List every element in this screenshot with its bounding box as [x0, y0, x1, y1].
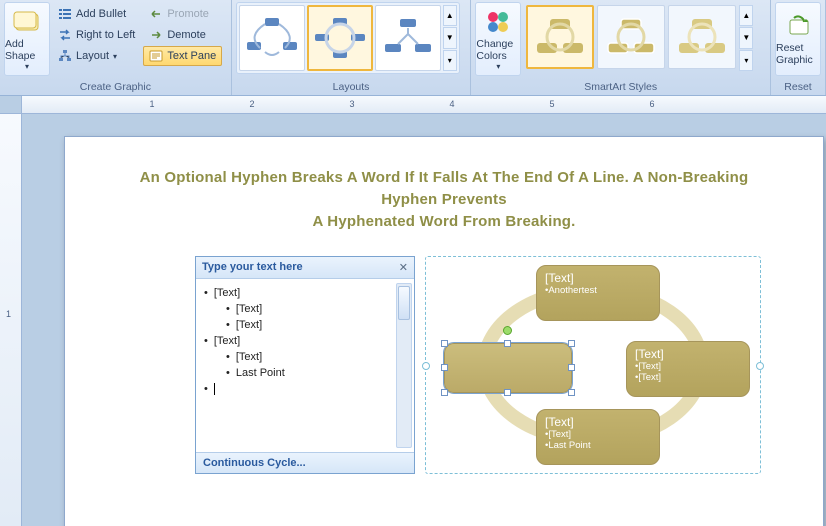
text-pane-body[interactable]: [Text] [Text] [Text] [Text] [Text] Last … — [196, 279, 414, 452]
add-shape-label: Add Shape — [5, 38, 49, 62]
reset-icon — [784, 12, 812, 40]
vertical-ruler: 1 — [0, 114, 22, 526]
group-label-create-graphic: Create Graphic — [4, 80, 227, 95]
scrollbar-thumb[interactable] — [398, 286, 410, 320]
resize-handle[interactable] — [504, 389, 511, 396]
group-label-styles: SmartArt Styles — [475, 80, 766, 95]
gallery-down-button[interactable]: ▼ — [443, 27, 457, 48]
bullet-icon — [58, 7, 72, 21]
horizontal-ruler: 1 2 3 4 5 6 — [0, 96, 826, 114]
list-item[interactable]: [Text] — [204, 285, 410, 301]
smartart-node-bottom[interactable]: [Text] [Text] Last Point — [536, 409, 660, 465]
list-item-editing[interactable] — [204, 381, 410, 397]
layout-button[interactable]: Layout — [52, 46, 141, 66]
add-shape-icon — [13, 8, 41, 36]
smartart-canvas[interactable]: [Text] Anothertest [Text] [Text] [Text] … — [425, 256, 761, 474]
smartart-node-left-selected[interactable] — [444, 343, 572, 393]
resize-handle[interactable] — [568, 389, 575, 396]
page-area[interactable]: An Optional Hyphen Breaks A Word If It F… — [22, 114, 826, 526]
resize-handle[interactable] — [441, 340, 448, 347]
styles-gallery[interactable]: ▲ ▼ ▾ — [523, 2, 756, 74]
styles-down-button[interactable]: ▼ — [739, 27, 753, 48]
textpane-scrollbar[interactable] — [396, 283, 412, 448]
smartart-node-right[interactable]: [Text] [Text] [Text] — [626, 341, 750, 397]
list-item[interactable]: Last Point — [226, 365, 410, 381]
text-pane-footer[interactable]: Continuous Cycle... — [196, 452, 414, 473]
styles-up-button[interactable]: ▲ — [739, 5, 753, 26]
resize-handle[interactable] — [504, 340, 511, 347]
layout-option-1[interactable] — [239, 5, 305, 71]
group-layouts: ▲ ▼ ▾ Layouts — [232, 0, 472, 95]
right-to-left-button[interactable]: Right to Left — [52, 25, 141, 45]
resize-handle[interactable] — [441, 364, 448, 371]
group-label-reset: Reset — [775, 80, 821, 95]
text-pane-header: Type your text here ✕ — [196, 257, 414, 279]
ribbon: Add Shape Add Bullet Right to Left Layou… — [0, 0, 826, 96]
document-page: An Optional Hyphen Breaks A Word If It F… — [64, 136, 824, 526]
gallery-more-button[interactable]: ▾ — [443, 50, 457, 71]
style-option-2[interactable] — [597, 5, 665, 69]
smartart-container: Type your text here ✕ [Text] [Text] [Tex… — [195, 256, 773, 474]
workspace: 1 An Optional Hyphen Breaks A Word If It… — [0, 114, 826, 526]
demote-button[interactable]: Demote — [143, 25, 222, 45]
text-pane: Type your text here ✕ [Text] [Text] [Tex… — [195, 256, 415, 474]
resize-handle[interactable] — [441, 389, 448, 396]
list-item[interactable]: [Text] — [226, 317, 410, 333]
gallery-up-button[interactable]: ▲ — [443, 5, 457, 26]
group-create-graphic: Add Shape Add Bullet Right to Left Layou… — [0, 0, 232, 95]
add-shape-button[interactable]: Add Shape — [4, 2, 50, 76]
group-label-layouts: Layouts — [236, 80, 467, 95]
add-bullet-button[interactable]: Add Bullet — [52, 4, 141, 24]
promote-button[interactable]: Promote — [143, 4, 222, 24]
list-item[interactable]: [Text] — [226, 349, 410, 365]
layout-option-2-selected[interactable] — [307, 5, 373, 71]
styles-more-button[interactable]: ▾ — [739, 50, 753, 71]
resize-handle[interactable] — [568, 340, 575, 347]
promote-icon — [149, 7, 163, 21]
reset-graphic-label: Reset Graphic — [776, 42, 820, 66]
change-colors-icon — [484, 8, 512, 36]
group-reset: Reset Graphic Reset — [771, 0, 826, 95]
layout-icon — [58, 49, 72, 63]
smartart-node-top[interactable]: [Text] Anothertest — [536, 265, 660, 321]
list-item[interactable]: [Text] — [204, 333, 410, 349]
layout-option-3[interactable] — [375, 5, 441, 71]
text-pane-button[interactable]: Text Pane — [143, 46, 222, 66]
document-title: An Optional Hyphen Breaks A Word If It F… — [115, 167, 773, 232]
group-smartart-styles: Change Colors ▲ ▼ ▾ SmartArt Styles — [471, 0, 771, 95]
reset-graphic-button[interactable]: Reset Graphic — [775, 2, 821, 76]
rtl-icon — [58, 28, 72, 42]
ruler-corner — [0, 96, 22, 113]
change-colors-button[interactable]: Change Colors — [475, 2, 521, 76]
layouts-gallery[interactable]: ▲ ▼ ▾ — [236, 2, 460, 74]
close-icon[interactable]: ✕ — [399, 261, 408, 274]
list-item[interactable]: [Text] — [226, 301, 410, 317]
text-pane-icon — [149, 49, 163, 63]
demote-icon — [149, 28, 163, 42]
style-option-1-selected[interactable] — [526, 5, 594, 69]
change-colors-label: Change Colors — [476, 38, 520, 62]
style-option-3[interactable] — [668, 5, 736, 69]
resize-handle[interactable] — [568, 364, 575, 371]
